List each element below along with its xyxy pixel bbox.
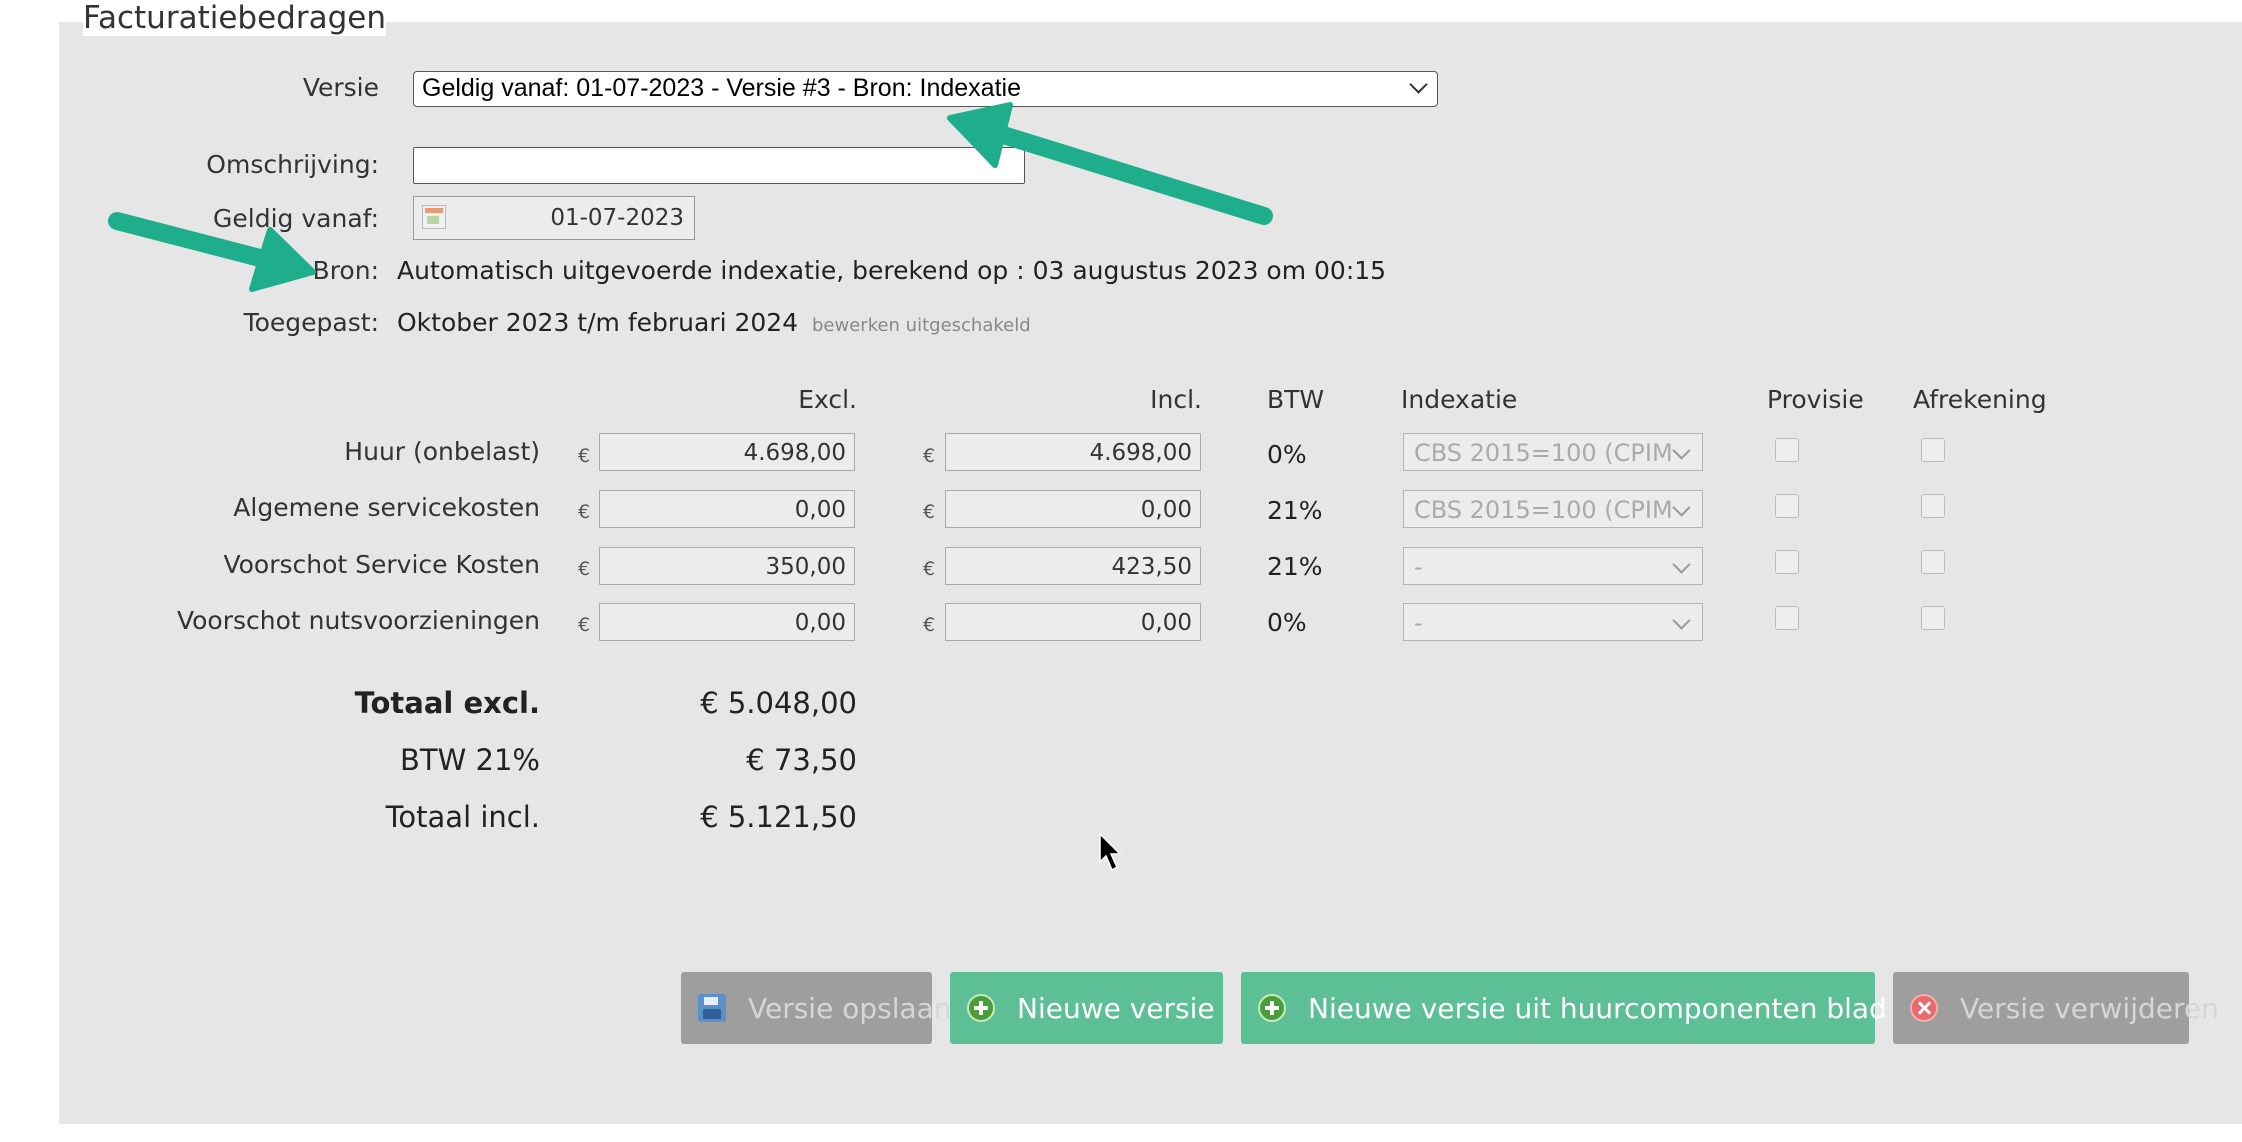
annotation-arrow <box>108 212 316 292</box>
cursor-icon <box>1099 832 1122 872</box>
annotation-arrows <box>108 102 1273 872</box>
annotation-arrow <box>947 102 1273 225</box>
